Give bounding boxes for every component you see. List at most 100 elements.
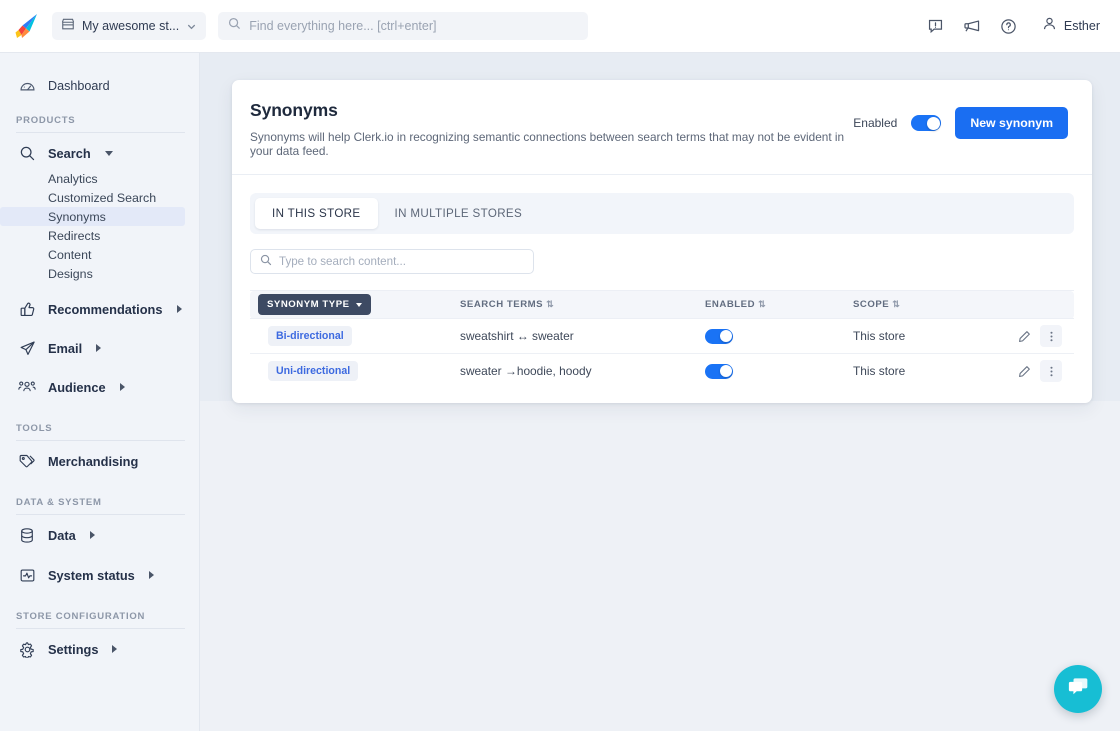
toggle-knob xyxy=(720,330,732,342)
caret-down-icon xyxy=(356,303,362,307)
kebab-menu-icon[interactable] xyxy=(1040,325,1062,347)
user-menu[interactable]: Esther xyxy=(1042,16,1100,36)
table-body: Bi-directional sweatshirt ↔ sweater This… xyxy=(250,319,1074,389)
sort-icon: ⇅ xyxy=(546,299,554,309)
user-avatar-icon xyxy=(1042,16,1057,36)
column-search-terms[interactable]: SEARCH TERMS⇅ xyxy=(460,291,705,319)
sidebar-group-label: Merchandising xyxy=(48,454,138,469)
sidebar-item-synonyms[interactable]: Synonyms xyxy=(0,207,185,226)
synonyms-enabled-toggle[interactable] xyxy=(911,115,941,131)
store-selector[interactable]: My awesome st... xyxy=(52,12,206,40)
sidebar-divider xyxy=(16,132,185,133)
sidebar-group-label: System status xyxy=(48,568,135,583)
sidebar-item-customized-search[interactable]: Customized Search xyxy=(0,188,199,207)
sidebar-group-search[interactable]: Search xyxy=(0,139,199,167)
clerk-rocket-logo-icon xyxy=(13,13,39,39)
app-logo[interactable] xyxy=(0,13,52,39)
audience-people-icon xyxy=(18,378,36,396)
sidebar-section-label: PRODUCTS xyxy=(0,115,199,132)
user-name: Esther xyxy=(1064,19,1100,33)
cell-actions xyxy=(984,354,1074,389)
sidebar-item-label: Dashboard xyxy=(48,79,110,93)
cell-enabled xyxy=(705,319,853,354)
sidebar-group-data[interactable]: Data xyxy=(0,521,199,549)
sidebar-item-dashboard[interactable]: Dashboard xyxy=(10,71,189,101)
sidebar-item-analytics[interactable]: Analytics xyxy=(0,169,199,188)
page-title: Synonyms xyxy=(250,100,853,121)
gear-icon xyxy=(18,641,36,658)
dashboard-icon xyxy=(18,78,36,95)
sidebar-group-merchandising[interactable]: Merchandising xyxy=(0,447,199,475)
cell-actions xyxy=(984,319,1074,354)
cell-search-terms: sweatshirt ↔ sweater xyxy=(460,319,705,354)
paper-plane-icon xyxy=(18,340,36,357)
column-label: SEARCH TERMS xyxy=(460,299,543,310)
sidebar-group-audience[interactable]: Audience xyxy=(0,373,199,401)
content-search-placeholder: Type to search content... xyxy=(279,255,406,268)
tab-in-this-store[interactable]: IN THIS STORE xyxy=(255,198,378,229)
scope-tabs: IN THIS STORE IN MULTIPLE STORES xyxy=(250,193,1074,234)
megaphone-icon[interactable] xyxy=(963,17,981,35)
card-body: IN THIS STORE IN MULTIPLE STORES Type to… xyxy=(232,175,1092,403)
sidebar-group-label: Data xyxy=(48,528,76,543)
help-circle-icon[interactable] xyxy=(1000,18,1017,35)
cell-scope: This store xyxy=(853,354,984,389)
column-scope[interactable]: SCOPE⇅ xyxy=(853,291,984,319)
cell-enabled xyxy=(705,354,853,389)
sidebar-group-settings[interactable]: Settings xyxy=(0,635,199,663)
chat-support-button[interactable] xyxy=(1054,665,1102,713)
sidebar-group-label: Recommendations xyxy=(48,302,163,317)
sidebar-item-content[interactable]: Content xyxy=(0,245,199,264)
page-description: Synonyms will help Clerk.io in recognizi… xyxy=(250,130,853,158)
sidebar-divider xyxy=(16,440,185,441)
column-enabled[interactable]: ENABLED⇅ xyxy=(705,291,853,319)
pencil-edit-icon[interactable] xyxy=(1013,360,1035,382)
table-header: SYNONYM TYPE SEARCH TERMS⇅ ENABLED⇅ SCOP… xyxy=(250,291,1074,319)
tab-in-multiple-stores[interactable]: IN MULTIPLE STORES xyxy=(378,198,540,229)
search-icon xyxy=(228,17,241,35)
sort-icon: ⇅ xyxy=(758,299,766,309)
synonym-type-badge: Bi-directional xyxy=(268,326,352,346)
column-synonym-type: SYNONYM TYPE xyxy=(250,291,460,319)
global-search-input[interactable]: Find everything here... [ctrl+enter] xyxy=(218,12,588,40)
sidebar-item-designs[interactable]: Designs xyxy=(0,264,199,283)
sidebar-group-recommendations[interactable]: Recommendations xyxy=(0,295,199,323)
kebab-menu-icon[interactable] xyxy=(1040,360,1062,382)
notification-alert-icon[interactable] xyxy=(927,18,944,35)
cell-scope: This store xyxy=(853,319,984,354)
sidebar-divider xyxy=(16,628,185,629)
sidebar-item-redirects[interactable]: Redirects xyxy=(0,226,199,245)
table-row[interactable]: Bi-directional sweatshirt ↔ sweater This… xyxy=(250,319,1074,354)
synonyms-table: SYNONYM TYPE SEARCH TERMS⇅ ENABLED⇅ SCOP… xyxy=(250,290,1074,389)
sidebar-group-email[interactable]: Email xyxy=(0,334,199,362)
pulse-monitor-icon xyxy=(18,567,36,584)
sidebar-divider xyxy=(16,514,185,515)
caret-right-icon xyxy=(177,305,182,313)
chat-bubbles-icon xyxy=(1066,674,1091,704)
sidebar-group-system-status[interactable]: System status xyxy=(0,561,199,589)
store-name: My awesome st... xyxy=(82,19,179,33)
column-label: SCOPE xyxy=(853,299,889,310)
caret-right-icon xyxy=(112,645,117,653)
row-enabled-toggle[interactable] xyxy=(705,329,733,344)
sidebar-group-label: Audience xyxy=(48,380,106,395)
pencil-edit-icon[interactable] xyxy=(1013,325,1035,347)
store-icon xyxy=(61,17,75,36)
search-icon xyxy=(18,145,36,162)
sort-icon: ⇅ xyxy=(892,299,900,309)
sidebar-subitems-search: Analytics Customized Search Synonyms Red… xyxy=(0,167,199,283)
thumbs-up-icon xyxy=(18,301,36,318)
synonym-type-filter-chip[interactable]: SYNONYM TYPE xyxy=(258,294,371,315)
global-search-placeholder: Find everything here... [ctrl+enter] xyxy=(249,19,436,33)
sidebar: Dashboard PRODUCTS Search Analytics Cust… xyxy=(0,53,200,731)
column-actions xyxy=(984,291,1074,319)
caret-right-icon xyxy=(96,344,101,352)
caret-right-icon xyxy=(149,571,154,579)
table-row[interactable]: Uni-directional sweater →hoodie, hoody T… xyxy=(250,354,1074,389)
synonym-type-badge: Uni-directional xyxy=(268,361,358,381)
content-search-input[interactable]: Type to search content... xyxy=(250,249,534,274)
caret-down-icon xyxy=(105,151,113,156)
row-enabled-toggle[interactable] xyxy=(705,364,733,379)
tag-icon xyxy=(18,452,36,470)
new-synonym-button[interactable]: New synonym xyxy=(955,107,1068,139)
